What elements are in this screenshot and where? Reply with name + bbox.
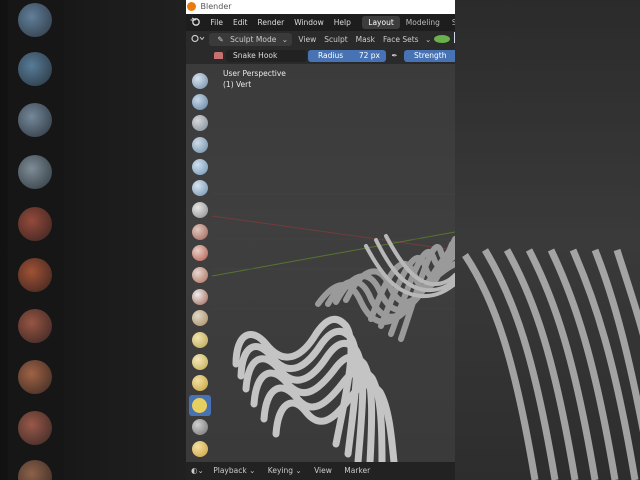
tool-scrape-icon[interactable] — [192, 332, 208, 348]
chevron-down-icon: ⌄ — [281, 35, 289, 44]
timeline-view-menu[interactable]: View — [309, 462, 337, 480]
tool-clay-strips-icon[interactable] — [192, 137, 208, 153]
strength-field[interactable]: Strength — [404, 50, 455, 62]
tool-multiplane-scrape-icon[interactable] — [192, 354, 208, 370]
top-menu-bar: File Edit Render Window Help Layout Modeling S… — [186, 14, 455, 31]
viewport-object-label: (1) Vert — [223, 80, 252, 89]
menu-file[interactable]: File — [205, 14, 228, 31]
sculpt-mode-dropdown[interactable]: ✎ Sculpt Mode ⌄ — [209, 33, 293, 46]
brush-mode-icon: ✎ — [217, 35, 224, 44]
tool-pinch-icon[interactable] — [192, 375, 208, 391]
tool-layer-icon[interactable] — [192, 180, 208, 196]
blurred-background-left — [0, 0, 186, 480]
mode-label: Sculpt Mode — [230, 35, 277, 44]
viewport-header: ✎ Sculpt Mode ⌄ View Sculpt Mask Face Sets … — [186, 31, 455, 48]
tool-flatten-icon[interactable] — [192, 289, 208, 305]
tool-draw-sharp-icon[interactable] — [192, 94, 208, 110]
chevron-down-icon: ⌄ — [249, 466, 256, 475]
timeline-keying-menu[interactable]: Keying ⌄ — [263, 462, 307, 480]
title-bar: Blender — [186, 0, 455, 14]
workspace-tab-layout[interactable]: Layout — [362, 16, 400, 29]
tool-smooth-icon[interactable] — [192, 267, 208, 283]
viewport-perspective-label: User Perspective — [223, 69, 286, 78]
shading-solid-icon[interactable] — [433, 31, 450, 48]
radius-field[interactable]: Radius 72 px — [308, 50, 386, 62]
tool-settings-header: Snake Hook Radius 72 px ✒ Strength — [186, 48, 455, 64]
workspace-tab-modeling[interactable]: Modeling — [400, 14, 446, 31]
workspace-tab-sculpting[interactable]: Sculpting — [446, 14, 455, 31]
chevron-down-icon: ⌄ — [295, 466, 302, 475]
tool-draw-icon[interactable] — [192, 73, 208, 89]
timeline-playback-menu[interactable]: Playback ⌄ — [208, 462, 260, 480]
menu-render[interactable]: Render — [252, 14, 289, 31]
menu-window[interactable]: Window — [289, 14, 329, 31]
shading-chevron-icon[interactable]: ⌄ — [425, 31, 431, 48]
timeline-editor-icon[interactable]: ◐⌄ — [186, 462, 206, 480]
header-menu-mask[interactable]: Mask — [352, 31, 379, 48]
tool-crease-icon[interactable] — [192, 245, 208, 261]
pen-pressure-icon[interactable]: ✒ — [389, 50, 400, 62]
tool-inflate-icon[interactable] — [192, 202, 208, 218]
tool-clay-thumb-icon[interactable] — [192, 159, 208, 175]
header-menu-sculpt[interactable]: Sculpt — [320, 31, 351, 48]
timeline-marker-menu[interactable]: Marker — [339, 462, 375, 480]
radius-value: 72 px — [358, 51, 380, 60]
tool-fill-icon[interactable] — [192, 310, 208, 326]
brush-name-field[interactable]: Snake Hook — [226, 50, 307, 62]
brush-icon — [214, 52, 223, 59]
timeline-header: ◐⌄ Playback ⌄ Keying ⌄ View Marker — [186, 462, 455, 480]
radius-label: Radius — [318, 51, 344, 60]
blurred-background-right — [455, 0, 640, 480]
tool-blob-icon[interactable] — [192, 224, 208, 240]
header-menu-view[interactable]: View — [294, 31, 320, 48]
header-menu-face-sets[interactable]: Face Sets — [379, 31, 423, 48]
tool-snake-hook-icon[interactable] — [189, 395, 211, 416]
menu-help[interactable]: Help — [329, 14, 356, 31]
tool-pose-icon[interactable] — [192, 441, 208, 457]
sculpt-mesh — [232, 234, 455, 462]
blender-logo-icon — [187, 2, 196, 11]
shading-wireframe-icon[interactable] — [452, 31, 455, 48]
window-title: Blender — [200, 2, 232, 11]
strength-label: Strength — [414, 51, 447, 60]
tool-thumb-icon[interactable] — [192, 419, 208, 435]
sculpt-toolbar — [188, 64, 212, 462]
blender-menu-icon[interactable] — [186, 14, 203, 31]
menu-edit[interactable]: Edit — [228, 14, 253, 31]
viewport-scene — [211, 193, 455, 462]
blender-window: Blender File Edit Render Window Help Layout M… — [186, 0, 455, 480]
editor-type-icon[interactable] — [186, 31, 207, 48]
tool-clay-icon[interactable] — [192, 115, 208, 131]
3d-viewport[interactable]: User Perspective (1) Vert — [186, 64, 455, 462]
